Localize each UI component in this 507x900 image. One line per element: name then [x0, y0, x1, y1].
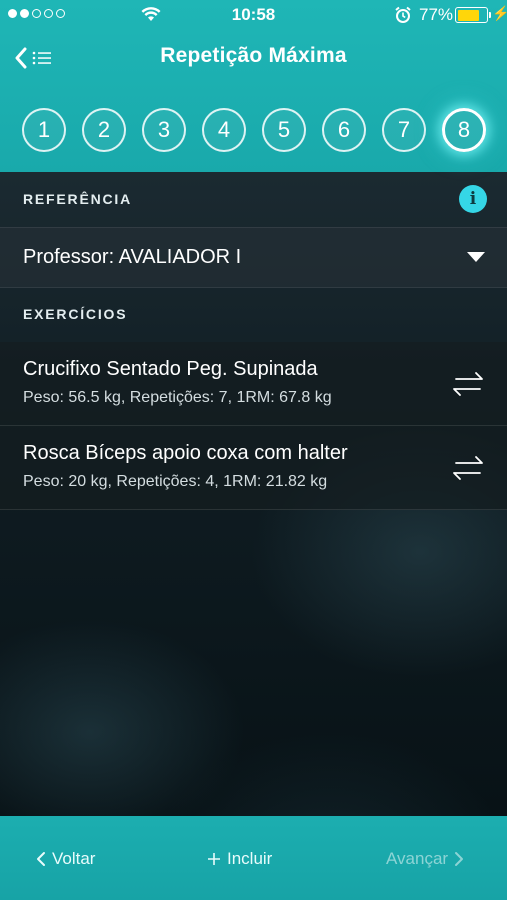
chevron-right-icon [455, 852, 464, 866]
exercises-section-label: EXERCÍCIOS [23, 306, 128, 322]
footer-toolbar: Voltar Incluir Avançar [0, 816, 507, 900]
charging-icon: ⚡ [492, 5, 507, 21]
professor-select-value: Professor: AVALIADOR I [23, 246, 242, 268]
step-4[interactable]: 4 [202, 108, 246, 152]
chevron-left-icon [37, 852, 45, 866]
swap-icon[interactable] [450, 370, 486, 398]
page-title: Repetição Máxima [160, 44, 347, 67]
alarm-icon [395, 6, 411, 23]
add-button[interactable]: Incluir [207, 849, 272, 869]
battery-icon [455, 7, 491, 23]
step-5[interactable]: 5 [262, 108, 306, 152]
exercise-name: Rosca Bíceps apoio coxa com halter [23, 442, 348, 464]
step-8-active[interactable]: 8 [442, 108, 486, 152]
step-indicator: 1 2 3 4 5 6 7 8 [22, 108, 486, 152]
step-2[interactable]: 2 [82, 108, 126, 152]
battery-percent: 77% [419, 5, 454, 24]
back-button[interactable]: Voltar [36, 849, 95, 869]
next-button[interactable]: Avançar [386, 849, 464, 869]
exercise-item[interactable]: Crucifixo Sentado Peg. Supinada Peso: 56… [0, 342, 507, 426]
add-button-label: Incluir [227, 849, 273, 868]
step-3[interactable]: 3 [142, 108, 186, 152]
next-button-label: Avançar [386, 849, 449, 868]
plus-icon [208, 853, 220, 865]
exercise-name: Crucifixo Sentado Peg. Supinada [23, 358, 318, 380]
swap-icon[interactable] [450, 454, 486, 482]
info-icon[interactable]: i [459, 185, 487, 213]
step-7[interactable]: 7 [382, 108, 426, 152]
header: 10:58 77% ⚡ Repetição Máxima 1 2 3 4 5 6… [0, 0, 507, 172]
step-6[interactable]: 6 [322, 108, 366, 152]
back-button-label: Voltar [52, 849, 96, 868]
status-bar: 10:58 77% ⚡ [0, 0, 507, 30]
dropdown-caret-icon[interactable] [467, 252, 485, 262]
professor-select[interactable]: Professor: AVALIADOR I [0, 227, 507, 288]
exercise-detail: Peso: 56.5 kg, Repetições: 7, 1RM: 67.8 … [23, 389, 332, 406]
exercise-detail: Peso: 20 kg, Repetições: 4, 1RM: 21.82 k… [23, 473, 328, 490]
exercise-item[interactable]: Rosca Bíceps apoio coxa com halter Peso:… [0, 426, 507, 510]
reference-section-label: REFERÊNCIA [23, 191, 133, 207]
step-1[interactable]: 1 [22, 108, 66, 152]
